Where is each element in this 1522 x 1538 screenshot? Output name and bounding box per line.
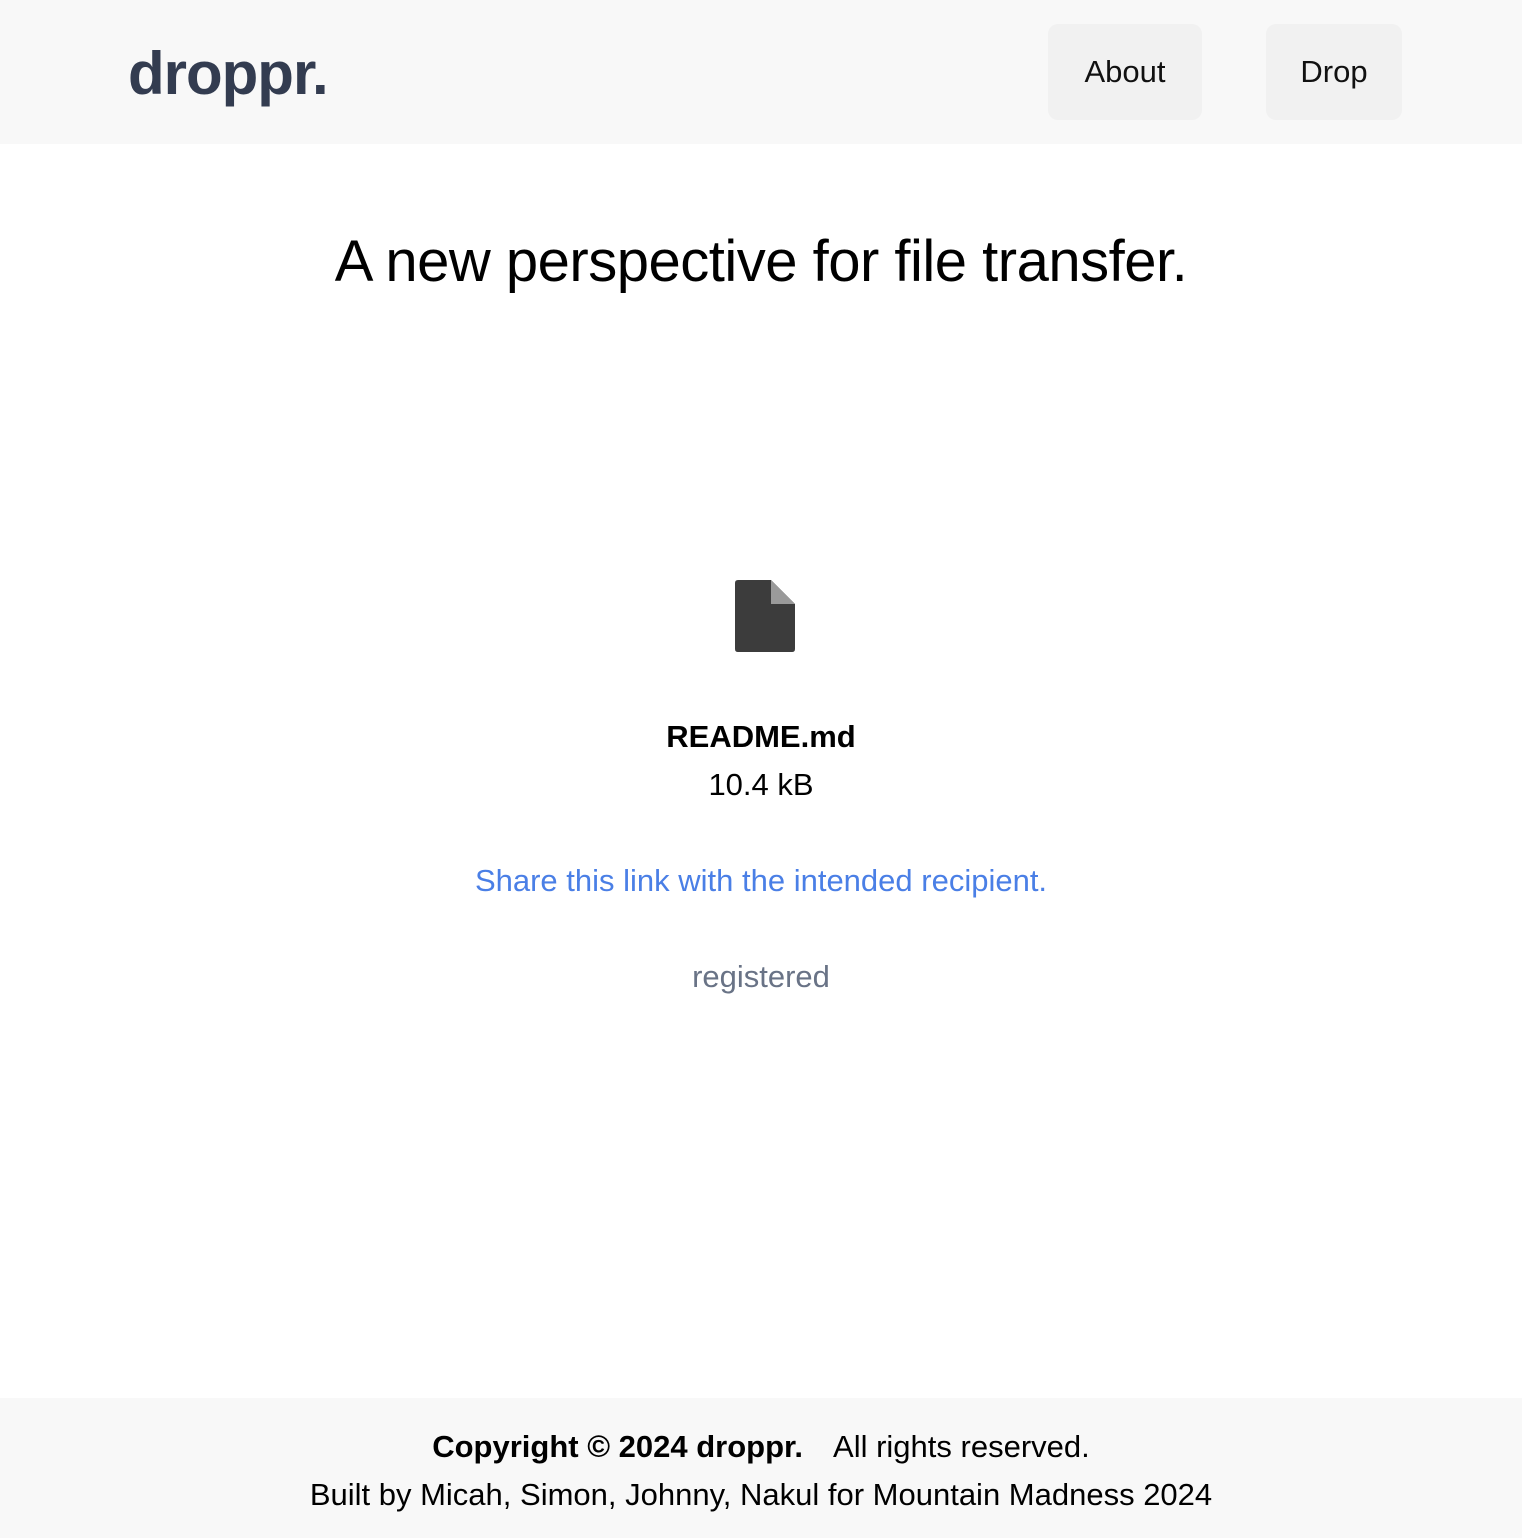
top-navbar: droppr. About Drop [0,0,1522,144]
hero-headline: A new perspective for file transfer. [334,229,1188,294]
file-name: README.md [666,719,856,754]
footer-credits: Built by Micah, Simon, Johnny, Nakul for… [309,1477,1213,1512]
footer-copyright: Copyright © 2024 droppr. [432,1429,804,1464]
footer-rights: All rights reserved. [833,1429,1090,1464]
drop-nav-button[interactable]: Drop [1266,24,1402,120]
footer-copyright-line: Copyright © 2024 droppr. All rights reser… [0,1426,1522,1468]
brand-logo[interactable]: droppr. [128,38,329,110]
file-icon [735,580,795,652]
file-size: 10.4 kB [708,767,814,802]
share-link[interactable]: Share this link with the intended recipi… [475,863,1047,898]
about-nav-button[interactable]: About [1048,24,1202,120]
share-link-container: Share this link with the intended recipi… [0,860,1522,902]
status-text: registered [692,959,830,994]
footer [0,1398,1522,1538]
